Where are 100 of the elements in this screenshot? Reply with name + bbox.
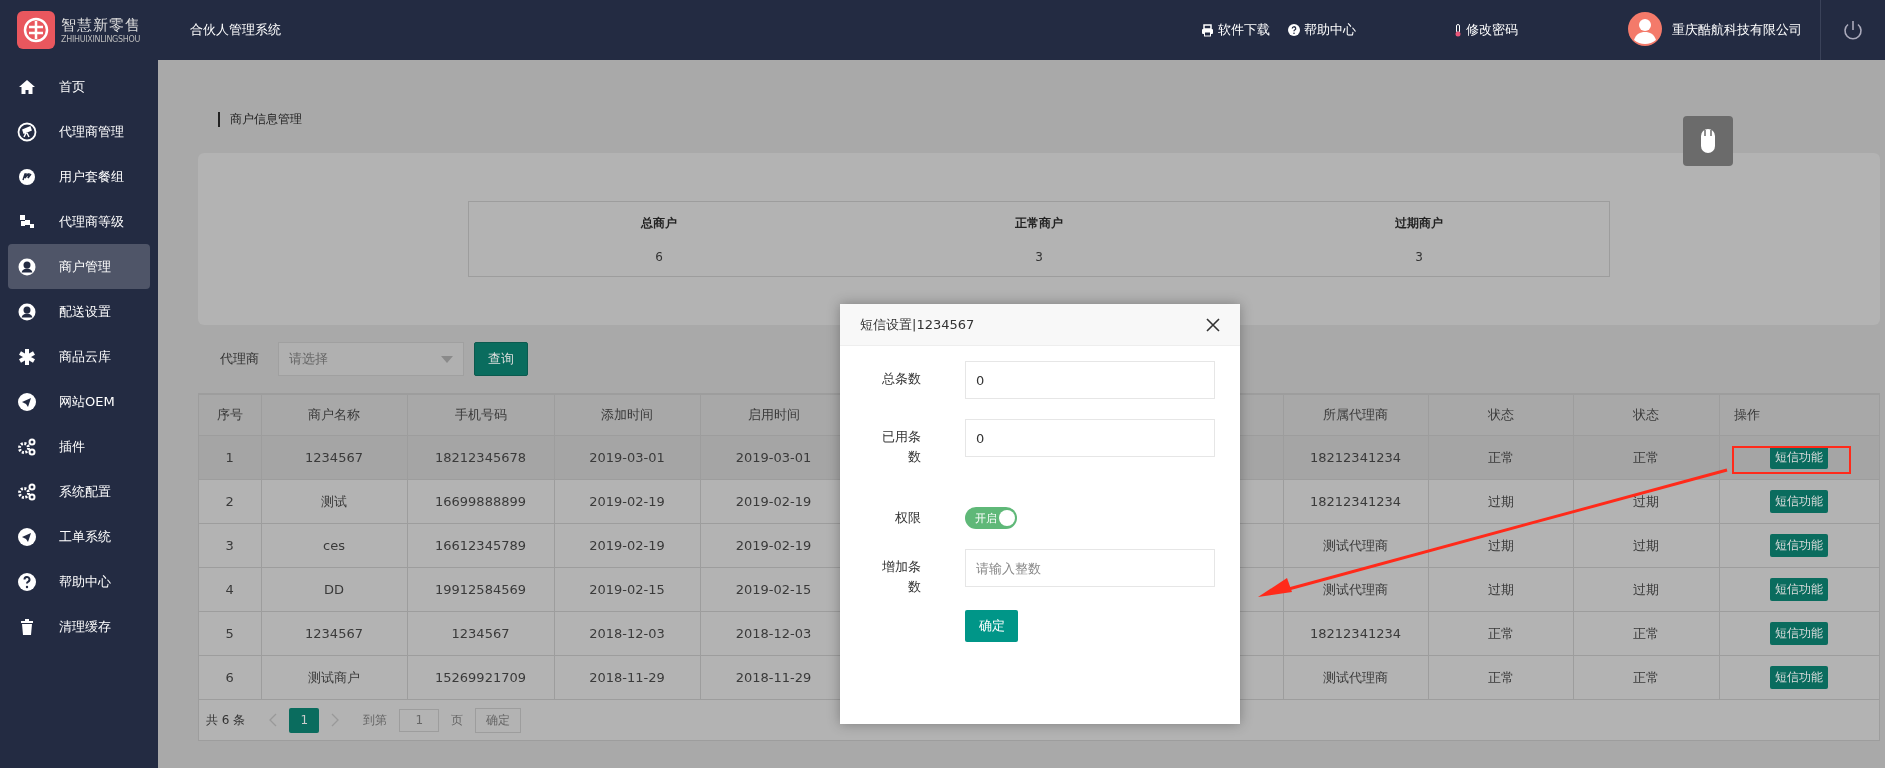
- user-icon: [17, 301, 37, 322]
- brand-subtitle: ZHIHUIXINLINGSHOU: [61, 35, 141, 44]
- table-cell: 1234567: [261, 435, 407, 480]
- table-cell: 2018-11-29: [554, 655, 700, 700]
- stat-value: 3: [1035, 249, 1043, 264]
- confirm-button[interactable]: 确定: [965, 610, 1018, 642]
- user-icon: [17, 256, 37, 277]
- header-link[interactable]: 帮助中心: [1288, 21, 1356, 39]
- table-cell: 2019-03-01: [554, 435, 700, 480]
- table-cell: 测试代理商: [1283, 655, 1428, 700]
- sidebar-item[interactable]: 工单系统: [8, 514, 150, 559]
- gears-icon: [17, 436, 37, 457]
- column-header: 操作: [1719, 394, 1879, 436]
- table-cell: 测试商户: [261, 655, 407, 700]
- table-cell: 18212341234: [1283, 479, 1428, 524]
- table-cell: 2019-02-19: [554, 523, 700, 568]
- sidebar-item[interactable]: 配送设置: [8, 289, 150, 334]
- sms-button[interactable]: 短信功能: [1770, 490, 1828, 513]
- table-cell: 19912584569: [407, 567, 554, 612]
- brand-name: 智慧新零售: [61, 16, 141, 35]
- sidebar-item[interactable]: 代理商等级: [8, 199, 150, 244]
- table-cell: 正常: [1573, 655, 1719, 700]
- help-icon: [1288, 24, 1300, 36]
- table-cell: 1234567: [407, 611, 554, 656]
- sms-button[interactable]: 短信功能: [1770, 578, 1828, 601]
- sidebar-item[interactable]: 清理缓存: [8, 604, 150, 649]
- column-header: 所属代理商: [1283, 394, 1428, 436]
- printer-icon: [1201, 23, 1214, 37]
- table-cell: 15269921709: [407, 655, 554, 700]
- caret-icon: [441, 355, 453, 363]
- table-cell: 过期: [1573, 523, 1719, 568]
- table-cell: 过期: [1573, 567, 1719, 612]
- sidebar-item[interactable]: 首页: [8, 64, 150, 109]
- table-cell: 1234567: [261, 611, 407, 656]
- sidebar-item[interactable]: 插件: [8, 424, 150, 469]
- header-link[interactable]: 软件下载: [1201, 21, 1270, 39]
- table-cell: 2019-02-15: [554, 567, 700, 612]
- sidebar-item[interactable]: 系统配置: [8, 469, 150, 514]
- gears-icon: [17, 481, 37, 502]
- stat-label: 正常商户: [1015, 214, 1063, 232]
- logo-icon: [17, 11, 55, 49]
- table-cell: 2: [199, 479, 261, 524]
- avatar-icon[interactable]: [1628, 11, 1662, 49]
- header-link[interactable]: 修改密码: [1454, 21, 1518, 39]
- table-cell: DD: [261, 567, 407, 612]
- field-label: 增加条数: [881, 558, 921, 596]
- table-cell: 16699888899: [407, 479, 554, 524]
- table-cell: 4: [199, 567, 261, 612]
- table-cell: 5: [199, 611, 261, 656]
- table-cell: 过期: [1428, 567, 1573, 612]
- table-cell: 1: [199, 435, 261, 480]
- input-field[interactable]: 请输入整数: [965, 549, 1215, 587]
- sidebar-item[interactable]: 代理商管理: [8, 109, 150, 154]
- sidebar-item[interactable]: 商品云库: [8, 334, 150, 379]
- badge-icon: [17, 166, 37, 187]
- table-cell: 6: [199, 655, 261, 700]
- table-cell: 正常: [1573, 611, 1719, 656]
- telescope-icon: [17, 121, 37, 142]
- sidebar-item[interactable]: 网站OEM: [8, 379, 150, 424]
- paper-plane-icon: [17, 526, 37, 547]
- table-cell: 2018-12-03: [554, 611, 700, 656]
- page-unit: 页: [451, 711, 464, 729]
- field-label: 已用条数: [881, 428, 921, 466]
- column-header: 序号: [199, 394, 261, 436]
- user-name[interactable]: 重庆酷航科技有限公司: [1672, 21, 1802, 39]
- mouse-icon[interactable]: [1683, 116, 1733, 166]
- sms-button[interactable]: 短信功能: [1770, 446, 1828, 469]
- stat-value: 6: [655, 249, 663, 264]
- table-cell: 测试: [261, 479, 407, 524]
- system-title: 合伙人管理系统: [190, 21, 281, 39]
- sidebar-item[interactable]: 用户套餐组: [8, 154, 150, 199]
- table-cell: 18212345678: [407, 435, 554, 480]
- close-icon[interactable]: [1206, 317, 1220, 332]
- dialog-title: 短信设置|1234567: [860, 315, 975, 334]
- paper-plane-icon: [17, 391, 37, 412]
- table-cell: ces: [261, 523, 407, 568]
- table-cell: 正常: [1428, 435, 1573, 480]
- table-cell: 18212341234: [1283, 435, 1428, 480]
- table-cell: 正常: [1428, 611, 1573, 656]
- field-label: 权限: [894, 509, 921, 527]
- sidebar-item[interactable]: 商户管理: [8, 244, 150, 289]
- table-cell: 正常: [1428, 655, 1573, 700]
- page-button[interactable]: 1: [289, 707, 320, 733]
- thermometer-icon: [1454, 23, 1462, 37]
- stat-label: 过期商户: [1395, 214, 1443, 232]
- sms-button[interactable]: 短信功能: [1770, 666, 1828, 689]
- stat-label: 总商户: [641, 214, 677, 232]
- column-header: 状态: [1573, 394, 1719, 436]
- query-button[interactable]: 查询: [474, 342, 528, 376]
- sms-button[interactable]: 短信功能: [1770, 534, 1828, 557]
- input-field[interactable]: 0: [965, 419, 1215, 457]
- asterisk-icon: [17, 346, 37, 367]
- total-count: 共 6 条: [206, 711, 246, 729]
- filter-label: 代理商: [220, 350, 260, 368]
- goto-label: 到第: [363, 711, 388, 729]
- sidebar-item[interactable]: 帮助中心: [8, 559, 150, 604]
- column-header: 添加时间: [554, 394, 700, 436]
- sms-button[interactable]: 短信功能: [1770, 622, 1828, 645]
- breadcrumb: 商户信息管理: [218, 112, 302, 127]
- input-field[interactable]: 0: [965, 361, 1215, 399]
